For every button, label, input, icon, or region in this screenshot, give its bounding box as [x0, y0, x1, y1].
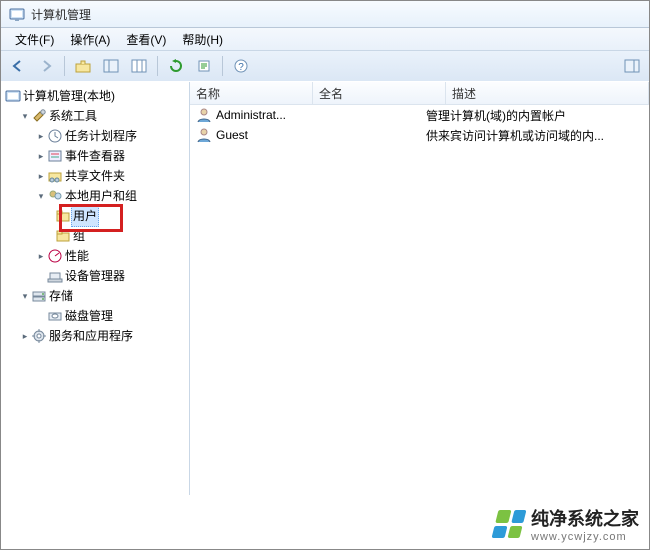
computer-management-window: 计算机管理 文件(F) 操作(A) 查看(V) 帮助(H) ? 计算机管理(本地… [0, 0, 650, 550]
watermark: 纯净系统之家 www.ycwjzy.com [495, 505, 639, 543]
expand-icon[interactable]: ▸ [35, 246, 47, 266]
folder-icon [55, 208, 71, 224]
menu-view[interactable]: 查看(V) [118, 29, 174, 50]
watermark-title: 纯净系统之家 [531, 505, 639, 531]
device-manager-icon [47, 268, 63, 284]
tree-root[interactable]: 计算机管理(本地) [1, 86, 189, 106]
menu-file[interactable]: 文件(F) [7, 29, 62, 50]
window-title: 计算机管理 [31, 6, 91, 23]
tree-services-apps[interactable]: ▸ 服务和应用程序 [1, 326, 189, 346]
help-button[interactable]: ? [228, 53, 254, 79]
tree-event-viewer[interactable]: ▸ 事件查看器 [1, 146, 189, 166]
tree-label: 事件查看器 [63, 146, 127, 166]
svg-text:?: ? [238, 62, 244, 73]
toolbar-separator [222, 56, 223, 76]
expand-icon[interactable]: ▸ [35, 126, 47, 146]
export-button[interactable] [191, 53, 217, 79]
list-pane: 名称 全名 描述 Administrat... 管理计算机(域)的内置帐户 Gu… [190, 82, 649, 495]
properties-button[interactable] [126, 53, 152, 79]
collapse-icon[interactable]: ▾ [19, 106, 31, 126]
list-row[interactable]: Guest 供来宾访问计算机或访问域的内... [190, 125, 649, 145]
toolbar: ? [1, 51, 649, 82]
tree-groups[interactable]: 组 [1, 226, 189, 246]
tree-label: 系统工具 [47, 106, 99, 126]
tree-label: 设备管理器 [63, 266, 127, 286]
user-description: 供来宾访问计算机或访问域的内... [426, 127, 649, 144]
users-groups-icon [47, 188, 63, 204]
column-name[interactable]: 名称 [190, 82, 313, 104]
tree-label: 磁盘管理 [63, 306, 115, 326]
clock-icon [47, 128, 63, 144]
tree-label: 本地用户和组 [63, 186, 139, 206]
toolbar-separator [64, 56, 65, 76]
event-viewer-icon [47, 148, 63, 164]
watermark-logo-icon [492, 510, 527, 538]
tree-label: 计算机管理(本地) [21, 86, 117, 106]
user-name: Administrat... [216, 108, 286, 122]
user-name: Guest [216, 128, 248, 142]
forward-button[interactable] [33, 53, 59, 79]
collapse-icon[interactable]: ▾ [35, 186, 47, 206]
toolbar-separator [157, 56, 158, 76]
tree-label: 存储 [47, 286, 75, 306]
shared-folder-icon [47, 168, 63, 184]
performance-icon [47, 248, 63, 264]
services-icon [31, 328, 47, 344]
menu-help[interactable]: 帮助(H) [174, 29, 231, 50]
refresh-button[interactable] [163, 53, 189, 79]
user-icon [196, 107, 212, 123]
titlebar: 计算机管理 [1, 1, 649, 28]
expand-icon[interactable]: ▸ [19, 326, 31, 346]
storage-icon [31, 288, 47, 304]
tree-device-manager[interactable]: 设备管理器 [1, 266, 189, 286]
disk-icon [47, 308, 63, 324]
tree-label: 任务计划程序 [63, 126, 139, 146]
show-hide-tree-button[interactable] [98, 53, 124, 79]
menu-action[interactable]: 操作(A) [62, 29, 118, 50]
collapse-icon[interactable]: ▾ [19, 286, 31, 306]
tree-system-tools[interactable]: ▾ 系统工具 [1, 106, 189, 126]
folder-icon [55, 228, 71, 244]
back-button[interactable] [5, 53, 31, 79]
list-row[interactable]: Administrat... 管理计算机(域)的内置帐户 [190, 105, 649, 125]
expand-icon[interactable]: ▸ [35, 146, 47, 166]
tree-local-users-groups[interactable]: ▾ 本地用户和组 [1, 186, 189, 206]
column-full-name[interactable]: 全名 [313, 82, 446, 104]
expand-icon[interactable]: ▸ [35, 166, 47, 186]
menubar: 文件(F) 操作(A) 查看(V) 帮助(H) [1, 28, 649, 51]
show-hide-action-pane-button[interactable] [619, 53, 645, 79]
computer-mgmt-icon [5, 88, 21, 104]
tree-users[interactable]: 用户 [1, 206, 189, 226]
tree-label: 性能 [63, 246, 91, 266]
user-icon [196, 127, 212, 143]
list-header: 名称 全名 描述 [190, 82, 649, 105]
tree-disk-management[interactable]: 磁盘管理 [1, 306, 189, 326]
tree-task-scheduler[interactable]: ▸ 任务计划程序 [1, 126, 189, 146]
tree-label: 用户 [71, 205, 99, 227]
watermark-url: www.ycwjzy.com [531, 531, 639, 543]
client-area: 计算机管理(本地) ▾ 系统工具 ▸ 任务计划程序 ▸ 事件查看器 [1, 81, 649, 495]
tools-icon [31, 108, 47, 124]
tree-performance[interactable]: ▸ 性能 [1, 246, 189, 266]
tree-shared-folders[interactable]: ▸ 共享文件夹 [1, 166, 189, 186]
tree-storage[interactable]: ▾ 存储 [1, 286, 189, 306]
column-description[interactable]: 描述 [446, 82, 649, 104]
app-icon [9, 6, 25, 22]
tree-pane: 计算机管理(本地) ▾ 系统工具 ▸ 任务计划程序 ▸ 事件查看器 [1, 82, 190, 495]
tree-label: 组 [71, 226, 87, 246]
tree-label: 共享文件夹 [63, 166, 127, 186]
up-button[interactable] [70, 53, 96, 79]
console-tree[interactable]: 计算机管理(本地) ▾ 系统工具 ▸ 任务计划程序 ▸ 事件查看器 [1, 86, 189, 346]
tree-label: 服务和应用程序 [47, 326, 135, 346]
user-description: 管理计算机(域)的内置帐户 [426, 107, 649, 124]
